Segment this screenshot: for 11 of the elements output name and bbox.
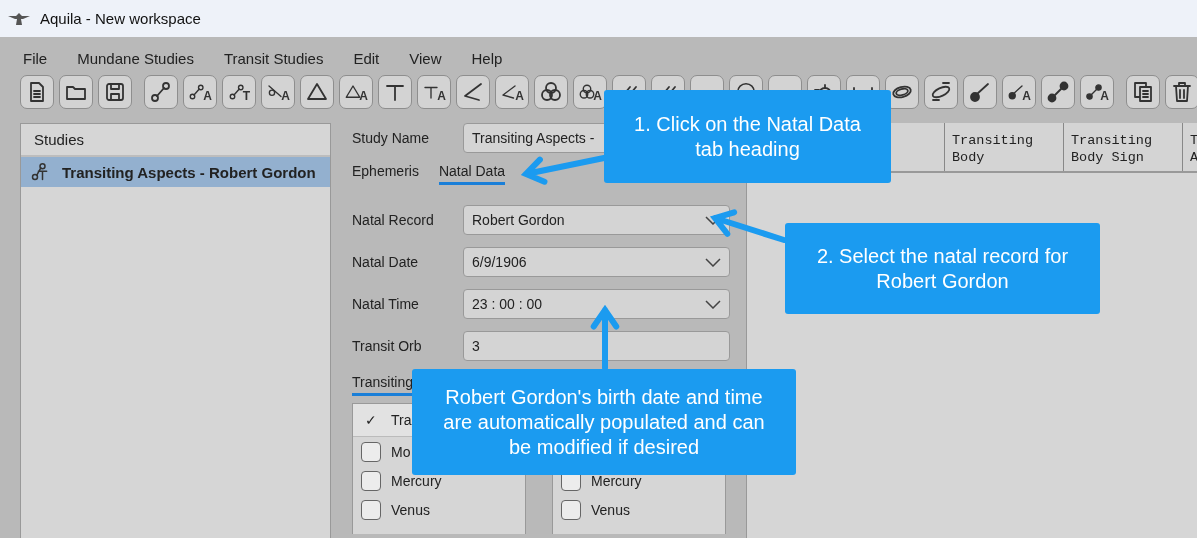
callout-tooltip: 2. Select the natal record for Robert Gordon: [785, 223, 1100, 314]
window-title: Aquila - New workspace: [40, 10, 201, 27]
check-mark: ✓: [365, 412, 377, 428]
field-label: Natal Date: [352, 254, 420, 270]
callout-tooltip: Robert Gordon's birth date and time are automatically populated and can be modified if desired: [412, 369, 796, 475]
callout-tooltip: 1. Click on the Natal Data tab heading: [604, 90, 891, 183]
field-label: Transit Orb: [352, 338, 423, 354]
field-label: Natal Record: [352, 212, 435, 228]
field-label: Study Name: [352, 130, 431, 146]
column-title: Tra: [391, 412, 412, 428]
field-label: Natal Time: [352, 296, 420, 312]
